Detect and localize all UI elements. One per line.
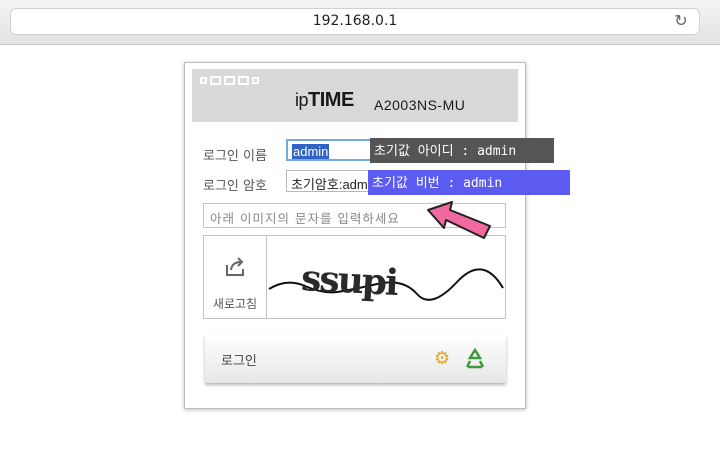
gear-icon[interactable]: ⚙ [434,348,450,369]
refresh-icon [224,256,246,284]
default-id-tooltip: 초기값 아이디 : admin [370,138,554,163]
browser-toolbar: 192.168.0.1 ↻ [0,0,720,45]
address-bar[interactable]: 192.168.0.1 ↻ [10,8,700,35]
brand-logo: ipTIME [295,89,354,112]
default-pw-tooltip: 초기값 비번 : admin [368,170,570,195]
recycle-icon[interactable] [463,347,487,371]
url-text: 192.168.0.1 [312,13,398,29]
captcha-image: ssupi [268,257,504,304]
password-label: 로그인 암호 [203,179,267,194]
panel-header: ipTIME A2003NS-MU [192,69,518,122]
reload-icon[interactable]: ↻ [672,11,690,31]
refresh-captcha-button[interactable]: 새로고침 [204,236,267,318]
iptime-logo-mark [200,76,259,85]
username-value: admin [292,144,330,159]
model-name: A2003NS-MU [374,97,466,113]
brand-time: TIME [308,89,354,111]
captcha-text: ssupi [300,257,399,304]
captcha-box: 새로고침 ssupi [203,235,506,319]
login-button[interactable]: 로그인 ⚙ [205,335,506,383]
password-placeholder: 초기암호:admin [291,177,378,192]
login-label: 로그인 [221,354,257,369]
pointer-arrow-icon [427,201,491,239]
username-label: 로그인 이름 [203,149,267,164]
brand-ip: ip [295,90,309,110]
refresh-label: 새로고침 [212,297,258,311]
